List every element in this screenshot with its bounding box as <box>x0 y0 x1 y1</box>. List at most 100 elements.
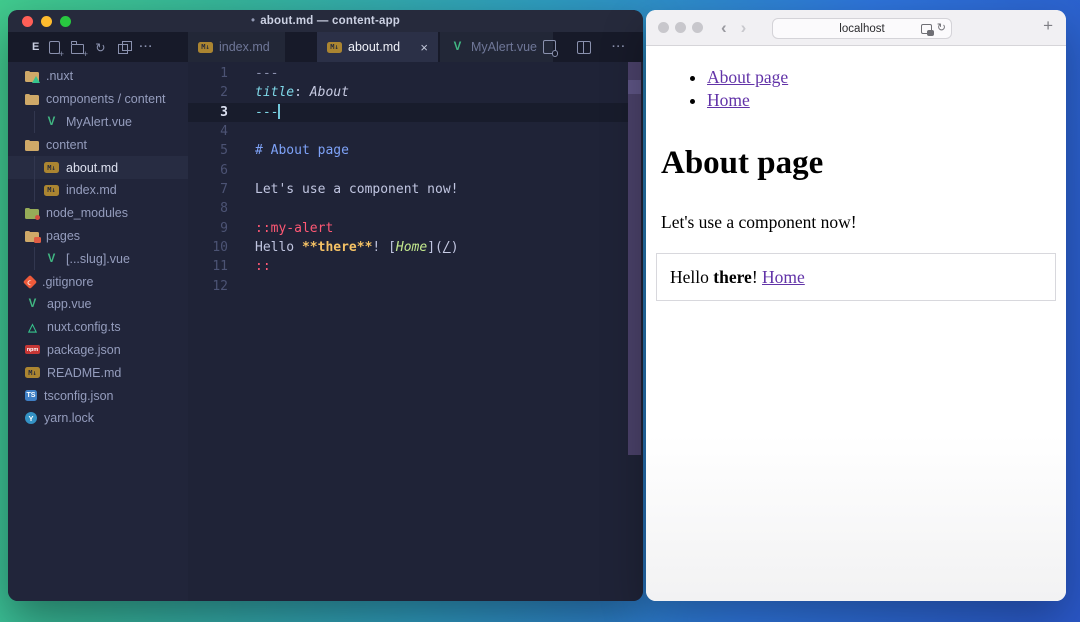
npm-icon: npm <box>25 345 40 355</box>
vue-icon: V <box>28 298 37 311</box>
line-number: 3 <box>220 104 228 120</box>
file-row[interactable]: components / content <box>8 88 188 111</box>
browser-toolbar: ‹ › localhost ↻ + <box>646 10 1066 46</box>
file-row[interactable]: .nuxt <box>8 65 188 88</box>
vue-icon: V <box>47 115 56 128</box>
explorer-toolbar: E ↻ ··· <box>8 32 188 62</box>
file-row[interactable]: M↓ about.md <box>8 156 188 179</box>
code-editor[interactable]: 1 2 3 4 5 6 7 8 9 10 11 12 --- title: About --- # Abou… <box>188 62 643 601</box>
more-actions-icon[interactable]: ··· <box>138 39 154 55</box>
code-line: --- <box>255 103 281 120</box>
new-tab-icon[interactable]: + <box>1043 16 1053 36</box>
vue-icon: V <box>453 41 462 53</box>
file-row[interactable]: Yyarn.lock <box>8 407 188 430</box>
code-line: --- <box>255 66 279 81</box>
code-line: Hello **there**! [Home](/) <box>255 240 459 256</box>
code-line: title: About <box>255 85 349 101</box>
file-row[interactable]: content <box>8 133 188 156</box>
nav-link[interactable]: Home <box>707 90 750 110</box>
file-label: README.md <box>47 365 122 380</box>
alert-text: Hello <box>670 266 714 287</box>
address-bar[interactable]: localhost ↻ <box>772 18 952 39</box>
text-cursor <box>278 103 281 119</box>
file-row[interactable]: V [...slug].vue <box>8 247 188 270</box>
file-row[interactable]: Vapp.vue <box>8 293 188 316</box>
line-number: 9 <box>220 220 228 236</box>
markdown-icon: M↓ <box>25 367 40 379</box>
file-label: components / content <box>46 92 166 107</box>
file-row[interactable]: M↓ index.md <box>8 178 188 202</box>
line-number: 4 <box>220 124 228 140</box>
window-title: • about.md — content-app <box>250 15 401 27</box>
file-row[interactable]: △ nuxt.config.ts <box>8 316 188 339</box>
browser-window: ‹ › localhost ↻ + About page Home About p… <box>646 10 1066 601</box>
file-label: node_modules <box>46 206 129 221</box>
markdown-icon: M↓ <box>198 41 213 53</box>
editor-scrollbar[interactable] <box>628 62 641 455</box>
url-text: localhost <box>839 22 885 35</box>
fullscreen-button[interactable] <box>60 15 71 27</box>
file-row[interactable]: TS tsconfig.json <box>8 384 188 407</box>
minimize-button[interactable] <box>41 15 52 27</box>
editor-tab[interactable]: M↓ about.md × <box>317 32 438 62</box>
split-editor-icon[interactable] <box>576 39 592 55</box>
tab-label: index.md <box>219 40 270 54</box>
reload-icon[interactable]: ↻ <box>937 23 946 34</box>
more-editor-actions-icon[interactable]: ··· <box>611 39 627 55</box>
close-button[interactable] <box>22 15 33 27</box>
file-row[interactable]: .gitignore <box>8 270 188 293</box>
file-row[interactable]: pages <box>8 225 188 248</box>
new-file-icon[interactable] <box>46 39 64 59</box>
file-label: content <box>46 137 88 152</box>
desktop-background: •about.md — content-app E ↻ ··· M↓ index.… <box>0 0 1080 622</box>
yarn-icon: Y <box>25 412 37 425</box>
collapse-folders-icon[interactable] <box>115 39 133 55</box>
page-heading: About page <box>661 145 824 181</box>
open-preview-icon[interactable] <box>541 39 558 57</box>
pages-folder-icon <box>25 230 41 243</box>
line-number: 6 <box>220 162 228 178</box>
code-line: ::my-alert <box>255 220 334 236</box>
vscode-titlebar: • about.md — content-app <box>8 10 643 32</box>
translate-icon[interactable] <box>920 23 934 36</box>
vscode-body: .nuxt components / content V MyAlert.vue con… <box>8 62 643 601</box>
nav-link[interactable]: About page <box>707 67 788 87</box>
line-number: 5 <box>220 143 228 159</box>
line-number: 10 <box>212 240 228 256</box>
fullscreen-button[interactable] <box>692 22 703 33</box>
alert-text: ! <box>751 266 763 287</box>
file-label: pages <box>46 228 81 243</box>
explorer-label: E <box>32 41 40 53</box>
file-label: package.json <box>47 342 121 357</box>
page-paragraph: Let's use a component now! <box>661 212 857 232</box>
file-label: yarn.lock <box>44 411 95 426</box>
alert-component: Hello there! Home <box>656 253 1056 301</box>
code-line: Let's use a component now! <box>255 182 459 198</box>
node-modules-folder-icon <box>25 208 40 221</box>
nuxt-icon: △ <box>28 321 37 334</box>
file-row[interactable]: M↓ README.md <box>8 361 188 384</box>
file-row[interactable]: node_modules <box>8 202 188 225</box>
home-link[interactable]: Home <box>762 267 805 288</box>
file-row[interactable]: V MyAlert.vue <box>8 110 188 134</box>
forward-icon[interactable]: › <box>741 19 747 36</box>
editor-tab[interactable]: M↓ index.md <box>188 32 285 62</box>
file-label: .nuxt <box>46 69 74 84</box>
markdown-icon: M↓ <box>44 162 59 174</box>
scrollbar-thumb[interactable] <box>628 80 641 94</box>
close-button[interactable] <box>658 22 669 33</box>
file-explorer: .nuxt components / content V MyAlert.vue con… <box>8 62 188 601</box>
file-row[interactable]: npm package.json <box>8 339 188 362</box>
code-line: :: <box>255 259 271 275</box>
new-folder-icon[interactable] <box>69 39 88 59</box>
back-icon[interactable]: ‹ <box>721 19 727 36</box>
file-label: app.vue <box>47 297 92 312</box>
close-tab-icon[interactable]: × <box>420 40 428 55</box>
file-label: tsconfig.json <box>44 388 114 403</box>
refresh-icon[interactable]: ↻ <box>92 39 108 55</box>
minimize-button[interactable] <box>675 22 686 33</box>
line-number: 11 <box>212 259 228 275</box>
